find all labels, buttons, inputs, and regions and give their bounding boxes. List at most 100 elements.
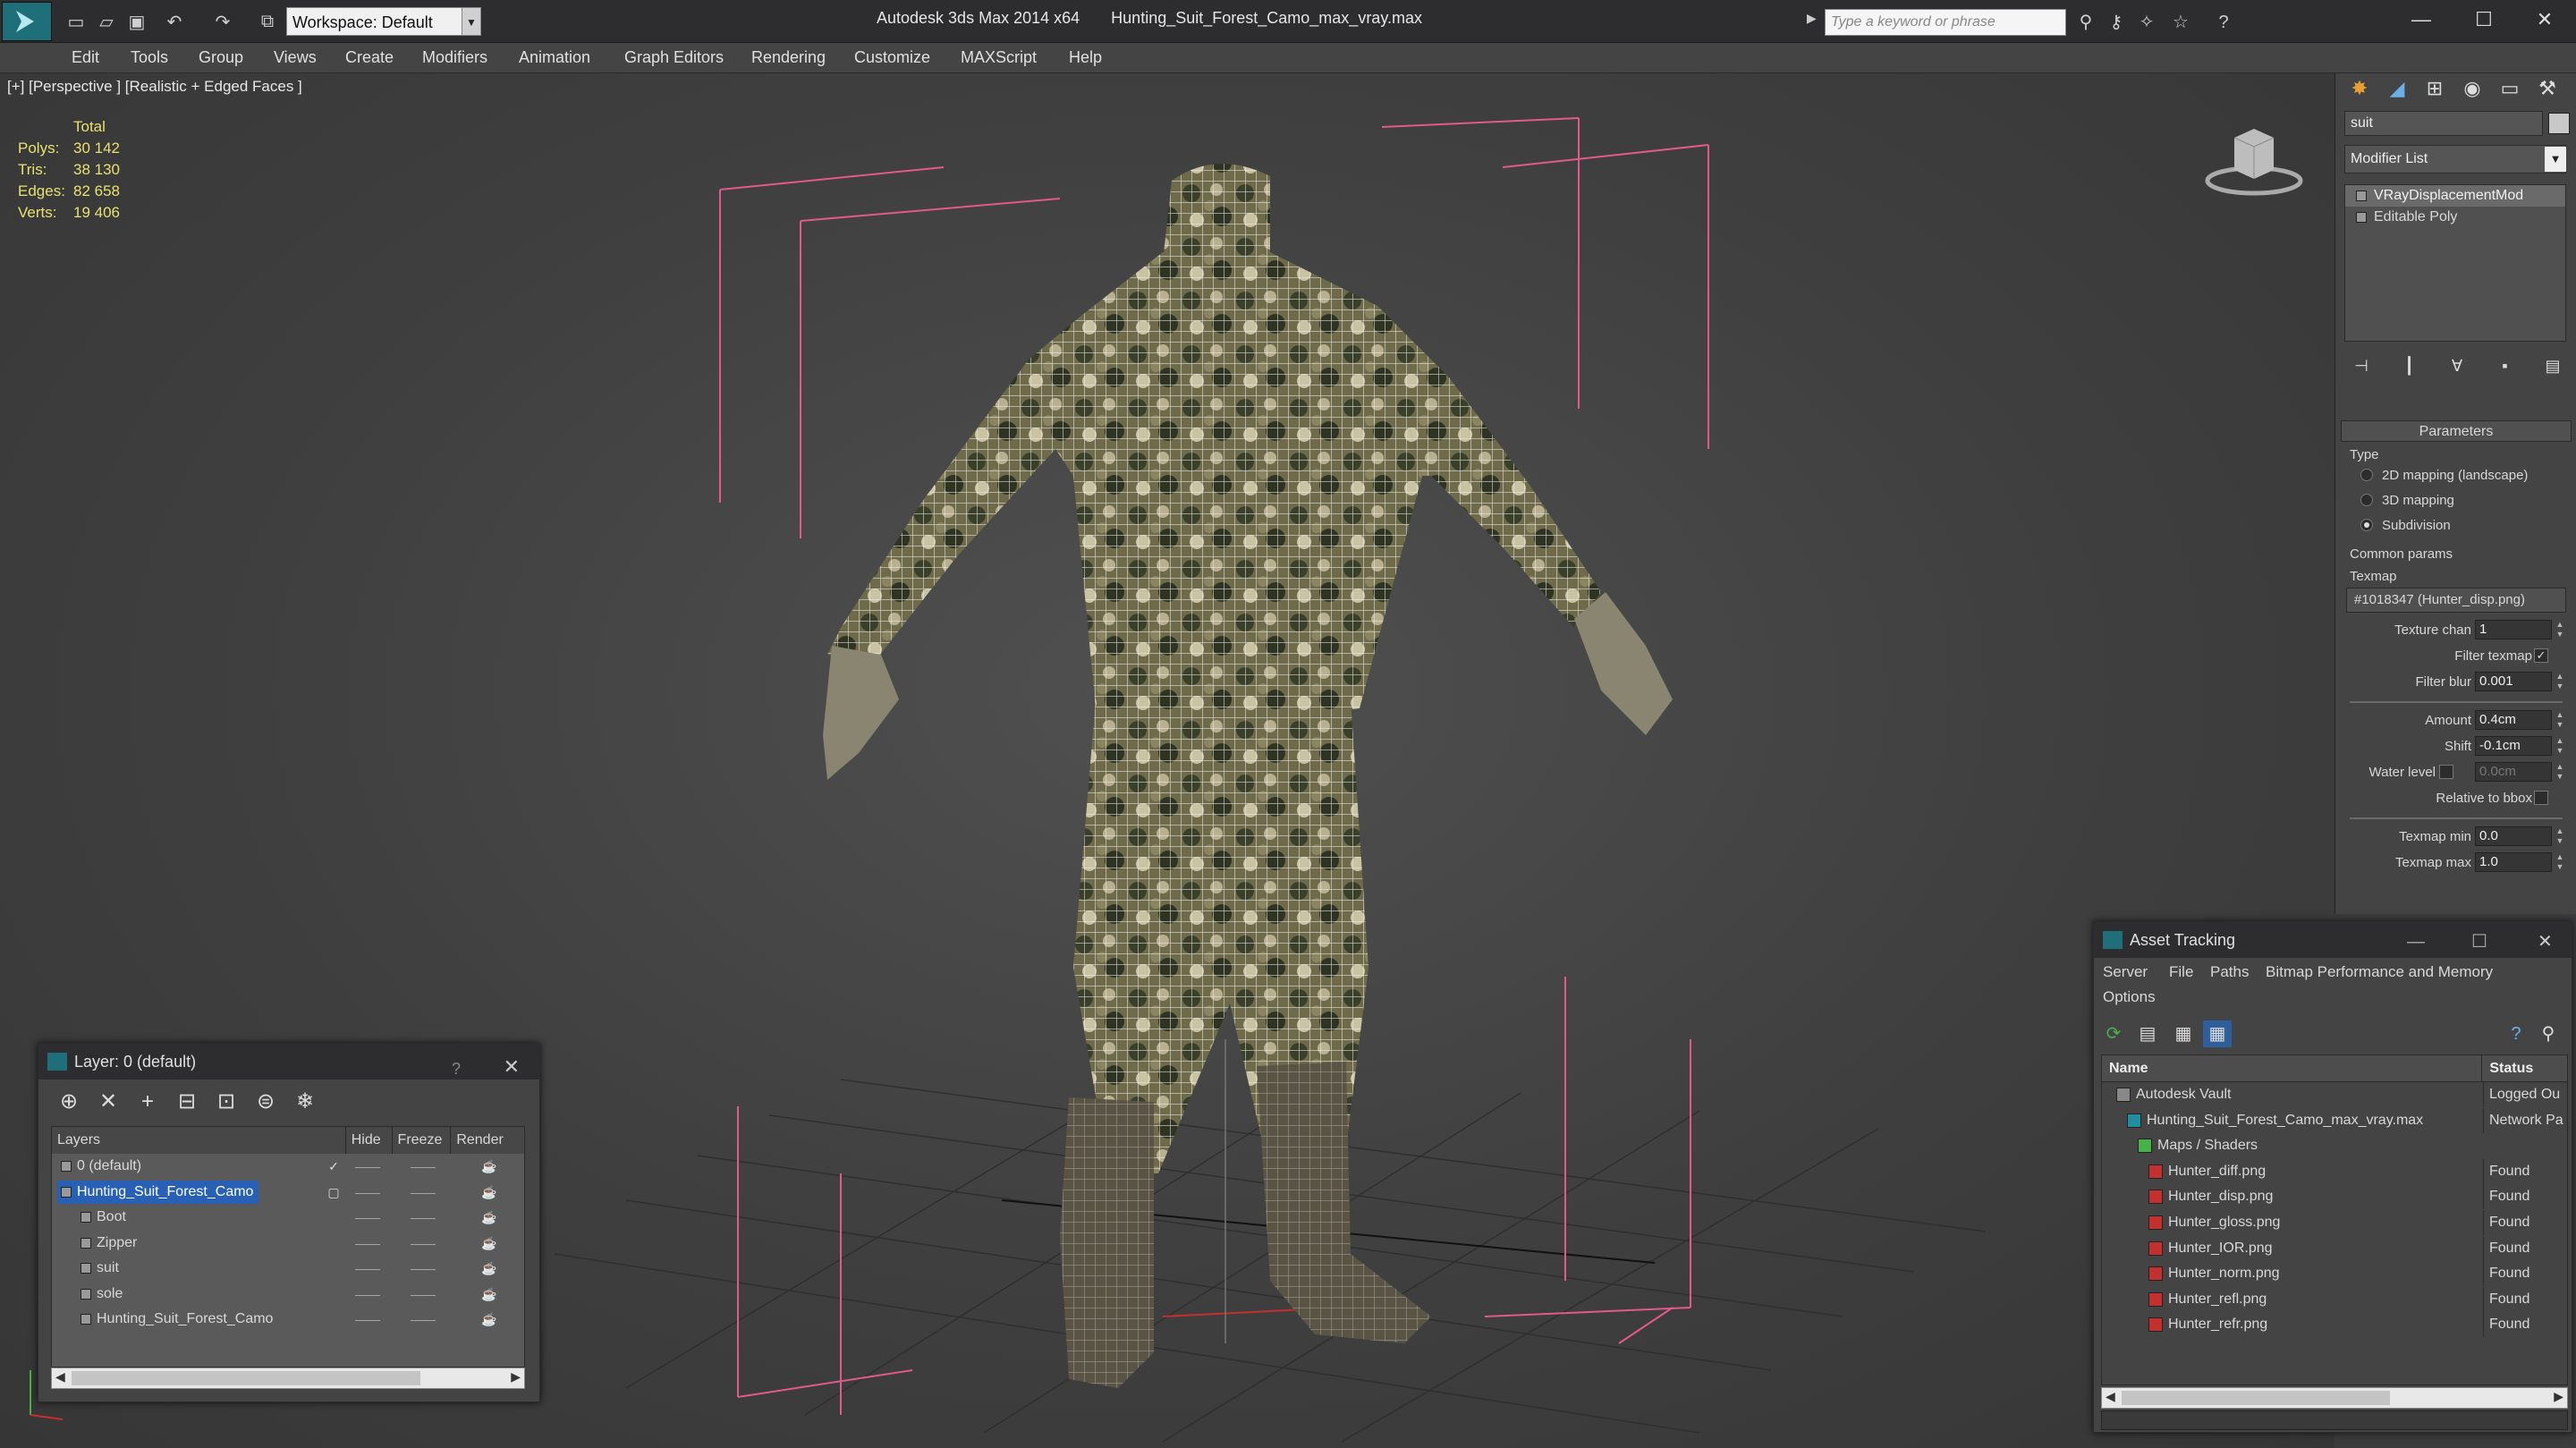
asset-row[interactable]: Hunter_gloss.png Found	[2102, 1209, 2567, 1236]
help-icon[interactable]: ?	[2502, 1020, 2530, 1047]
menu-bitmap-performance[interactable]: Bitmap Performance and Memory	[2266, 963, 2493, 981]
maximize-icon[interactable]: ☐	[2471, 924, 2487, 960]
texmap-button[interactable]: #1018347 (Hunter_disp.png)	[2346, 588, 2566, 613]
configure-sets-icon[interactable]: ▤	[2539, 354, 2566, 377]
chevron-down-icon[interactable]: ▼	[2545, 147, 2566, 172]
radio-dot[interactable]	[2360, 519, 2373, 531]
menu-animation[interactable]: Animation	[519, 48, 590, 67]
show-end-result-icon[interactable]: ┃	[2396, 354, 2423, 377]
freeze-toggle[interactable]: ——	[410, 1154, 436, 1179]
help-search-icon[interactable]: ⚲	[2534, 1020, 2563, 1047]
modifier-list-select[interactable]: Modifier List	[2344, 145, 2566, 174]
parameters-header[interactable]: Parameters	[2341, 420, 2572, 442]
filter-texmap-checkbox[interactable]: ✓	[2534, 648, 2548, 663]
freeze-toggle[interactable]: ——	[410, 1180, 436, 1205]
chevron-down-icon[interactable]: ▼	[462, 7, 481, 36]
hide-toggle[interactable]: ——	[354, 1231, 381, 1256]
layer-name[interactable]: 0 (default)	[57, 1155, 147, 1178]
tree-view-icon[interactable]: ▦	[2169, 1020, 2198, 1047]
current-layer-indicator[interactable]: ▢	[320, 1180, 347, 1205]
minimize-icon[interactable]: —	[2407, 924, 2425, 960]
layer-row[interactable]: Zipper —— —— ☕	[52, 1231, 524, 1257]
minimize-icon[interactable]: —	[2390, 0, 2453, 39]
freeze-toggle[interactable]: ——	[410, 1282, 436, 1307]
pin-stack-icon[interactable]: ⊣	[2348, 354, 2375, 377]
binoculars-icon[interactable]: ⚲	[2073, 11, 2098, 34]
hide-toggle[interactable]: ——	[354, 1180, 381, 1205]
create-tab-icon[interactable]: ✸	[2341, 73, 2378, 104]
freeze-toggle[interactable]: ——	[410, 1256, 436, 1281]
scroll-right-icon[interactable]: ▶	[2554, 1389, 2563, 1404]
texmap-max-input[interactable]: 1.0	[2475, 852, 2552, 872]
scrollbar-thumb[interactable]	[2122, 1391, 2390, 1405]
spinner-icon[interactable]: ▲ ▼	[2555, 826, 2564, 846]
object-name-input[interactable]: suit	[2344, 111, 2543, 136]
column-header-status[interactable]: Status	[2481, 1055, 2567, 1081]
spinner-icon[interactable]: ▲ ▼	[2555, 710, 2564, 730]
search-expand-icon[interactable]: ▶	[1807, 11, 1817, 26]
texmap-min-input[interactable]: 0.0	[2475, 826, 2552, 846]
object-color-swatch[interactable]	[2548, 113, 2570, 134]
workspace-select[interactable]: Workspace: Default	[286, 7, 465, 36]
teapot-icon[interactable]: ☕	[476, 1180, 503, 1205]
scroll-right-icon[interactable]: ▶	[511, 1369, 521, 1384]
amount-input[interactable]: 0.4cm	[2475, 710, 2552, 730]
menu-help[interactable]: Help	[1069, 48, 1102, 67]
subscription-icon[interactable]: ✧	[2134, 11, 2159, 34]
app-menu-button[interactable]	[2, 2, 52, 41]
teapot-icon[interactable]: ☕	[476, 1154, 503, 1179]
texture-chan-input[interactable]: 1	[2475, 620, 2552, 639]
teapot-icon[interactable]: ☕	[476, 1282, 503, 1307]
teapot-icon[interactable]: ☕	[476, 1231, 503, 1256]
redo-icon[interactable]: ↷	[209, 9, 236, 34]
menu-paths[interactable]: Paths	[2210, 963, 2249, 981]
layer-dialog-title[interactable]: Layer: 0 (default) ? ✕	[38, 1044, 539, 1080]
add-to-layer-icon[interactable]: +	[128, 1087, 167, 1117]
hide-toggle[interactable]: ——	[354, 1282, 381, 1307]
menu-create[interactable]: Create	[345, 48, 394, 67]
save-file-icon[interactable]: ▣	[123, 9, 150, 34]
close-icon[interactable]: ✕	[2538, 924, 2553, 960]
teapot-icon[interactable]: ☕	[476, 1307, 503, 1332]
layer-name[interactable]: suit	[77, 1257, 124, 1280]
menu-tools[interactable]: Tools	[131, 48, 168, 67]
menu-rendering[interactable]: Rendering	[751, 48, 826, 67]
select-objects-icon[interactable]: ⊟	[167, 1087, 207, 1117]
menu-file[interactable]: File	[2169, 963, 2193, 981]
menu-group[interactable]: Group	[199, 48, 243, 67]
menu-graph-editors[interactable]: Graph Editors	[624, 48, 724, 67]
asset-dialog-title[interactable]: Asset Tracking — ☐ ✕	[2094, 922, 2572, 958]
scrollbar-thumb[interactable]	[72, 1371, 420, 1385]
hide-toggle[interactable]: ——	[354, 1154, 381, 1179]
asset-row[interactable]: Hunter_IOR.png Found	[2102, 1235, 2567, 1262]
asset-row[interactable]: Hunter_norm.png Found	[2102, 1261, 2567, 1287]
key-icon[interactable]: ⚷	[2104, 11, 2129, 34]
menu-options[interactable]: Options	[2103, 988, 2156, 1006]
display-tab-icon[interactable]: ▭	[2491, 73, 2529, 104]
asset-row[interactable]: Hunter_diff.png Found	[2102, 1158, 2567, 1185]
table-view-icon[interactable]: ▦	[2203, 1020, 2232, 1047]
column-header-freeze[interactable]: Freeze	[393, 1127, 452, 1154]
utilities-tab-icon[interactable]: ⚒	[2529, 73, 2566, 104]
remove-modifier-icon[interactable]: ▪	[2492, 354, 2519, 377]
close-icon[interactable]: ✕	[504, 1049, 520, 1085]
radio-3d-mapping[interactable]: 3D mapping	[2341, 487, 2572, 512]
make-unique-icon[interactable]: ∀	[2444, 354, 2470, 377]
spinner-icon[interactable]: ▲ ▼	[2555, 852, 2564, 872]
refresh-icon[interactable]: ⟳	[2099, 1020, 2128, 1047]
modify-tab-icon[interactable]: ◢	[2378, 73, 2416, 104]
spinner-icon[interactable]: ▲ ▼	[2555, 620, 2564, 639]
hide-toggle[interactable]: ——	[354, 1307, 381, 1332]
column-header-hide[interactable]: Hide	[346, 1127, 393, 1154]
favorites-icon[interactable]: ☆	[2168, 11, 2193, 34]
layer-row[interactable]: sole —— —— ☕	[52, 1282, 524, 1308]
help-icon[interactable]: ?	[2211, 11, 2236, 34]
motion-tab-icon[interactable]: ◉	[2453, 73, 2491, 104]
modifier-stack-item[interactable]: Editable Poly	[2345, 207, 2565, 228]
shift-input[interactable]: -0.1cm	[2475, 736, 2552, 756]
menu-edit[interactable]: Edit	[72, 48, 99, 67]
layer-row[interactable]: 0 (default) ✓ —— —— ☕	[52, 1154, 524, 1180]
list-view-icon[interactable]: ▤	[2133, 1020, 2162, 1047]
menu-modifiers[interactable]: Modifiers	[422, 48, 487, 67]
freeze-all-layers-icon[interactable]: ❄	[285, 1087, 325, 1117]
